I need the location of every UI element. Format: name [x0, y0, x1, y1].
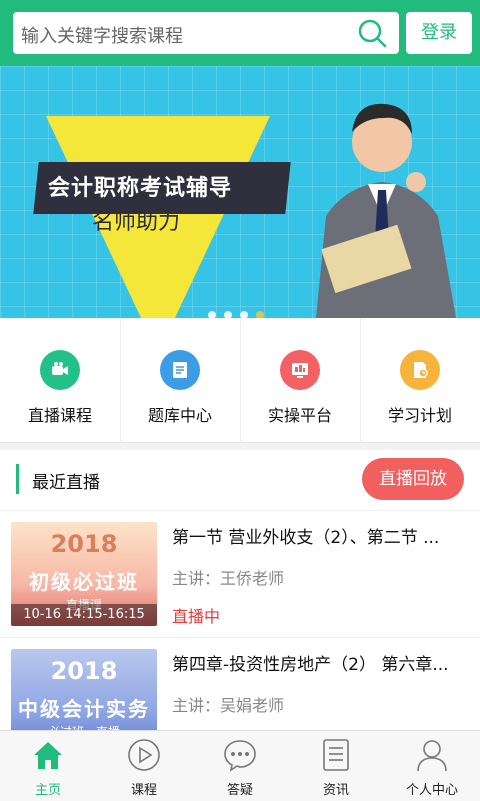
bottom-tab-bar: 主页 课程 答疑 资讯 个人中心	[0, 730, 480, 801]
tab-qa[interactable]: 答疑	[192, 731, 288, 801]
top-bar: 输入关键字搜索课程 登录	[0, 0, 480, 66]
pager-dot[interactable]	[224, 311, 232, 318]
pager-dot[interactable]	[208, 311, 216, 318]
chat-bubble-icon	[224, 740, 256, 772]
quick-link-label: 直播课程	[27, 406, 92, 425]
login-button[interactable]: 登录	[406, 12, 472, 54]
study-plan-icon	[400, 350, 440, 390]
quick-link-study-plan[interactable]: 学习计划	[360, 318, 480, 442]
thumb-year: 2018	[50, 657, 118, 685]
course-thumbnail: 2018 初级必过班 直播课 10-16 14:15-16:15	[11, 522, 157, 626]
banner-subtitle: 名师助力	[92, 210, 181, 235]
quick-link-question-bank[interactable]: 题库中心	[120, 318, 241, 442]
quick-links: 直播课程 题库中心 实操平台 学习计划	[0, 318, 480, 443]
thumb-title: 中级会计实务	[18, 697, 150, 721]
practice-platform-icon	[280, 350, 320, 390]
quick-link-label: 实操平台	[267, 406, 332, 425]
search-input[interactable]: 输入关键字搜索课程	[21, 22, 183, 48]
course-list-item[interactable]: 2018 初级必过班 直播课 10-16 14:15-16:15 第一节 营业外…	[0, 510, 480, 637]
course-title: 第一节 营业外收支（2）、第二节 ...	[172, 528, 440, 548]
section-title: 最近直播	[32, 473, 100, 493]
tab-label: 答疑	[226, 783, 253, 798]
quick-link-label: 题库中心	[147, 406, 212, 425]
tab-home[interactable]: 主页	[0, 731, 96, 801]
quick-link-live-courses[interactable]: 直播课程	[0, 318, 121, 442]
section-accent-bar	[16, 464, 19, 494]
question-bank-icon	[160, 350, 200, 390]
pager-dot-active[interactable]	[256, 311, 264, 318]
user-icon	[417, 740, 447, 772]
tab-label: 资讯	[322, 783, 349, 798]
course-time: 10-16 14:15-16:15	[11, 604, 157, 626]
search-box[interactable]: 输入关键字搜索课程	[13, 12, 399, 54]
live-status: 直播中	[172, 607, 221, 626]
tab-label: 个人中心	[405, 783, 458, 798]
teacher-illustration	[316, 103, 456, 318]
tab-label: 课程	[130, 783, 157, 798]
tab-courses[interactable]: 课程	[96, 731, 192, 801]
tab-news[interactable]: 资讯	[288, 731, 384, 801]
banner-title: 会计职称考试辅导	[48, 176, 233, 201]
recent-live-header: 最近直播 直播回放	[0, 450, 480, 510]
live-replay-button[interactable]: 直播回放	[362, 458, 464, 500]
home-icon	[34, 742, 62, 769]
quick-link-label: 学习计划	[387, 406, 452, 425]
tab-profile[interactable]: 个人中心	[384, 731, 480, 801]
course-teacher: 主讲：吴娟老师	[172, 696, 285, 715]
banner-pager	[208, 304, 272, 318]
pager-dot[interactable]	[240, 311, 248, 318]
video-camera-icon	[40, 350, 80, 390]
course-teacher: 主讲：王侨老师	[172, 569, 285, 588]
promo-banner[interactable]: 会计职称考试辅导 名师助力	[0, 66, 480, 318]
search-icon[interactable]	[357, 18, 387, 48]
news-list-icon	[323, 739, 349, 771]
quick-link-practice-platform[interactable]: 实操平台	[240, 318, 361, 442]
play-circle-icon	[128, 739, 160, 771]
thumb-year: 2018	[50, 530, 118, 558]
tab-label: 主页	[34, 783, 61, 798]
course-title: 第四章-投资性房地产（2） 第六章...	[172, 655, 449, 675]
thumb-title: 初级必过班	[29, 570, 139, 594]
